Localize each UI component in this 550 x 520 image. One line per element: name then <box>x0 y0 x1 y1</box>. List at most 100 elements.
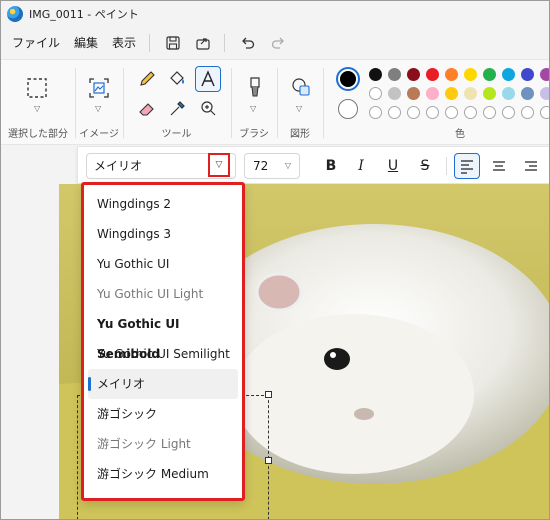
palette-color-swatch[interactable] <box>369 68 382 81</box>
custom-color-slot[interactable] <box>369 106 382 119</box>
palette-color-swatch[interactable] <box>407 68 420 81</box>
palette-color-swatch[interactable] <box>521 87 534 100</box>
bold-button[interactable]: B <box>318 153 344 179</box>
palette-color-swatch[interactable] <box>407 87 420 100</box>
menu-divider <box>149 34 151 52</box>
font-option[interactable]: Wingdings 3 <box>84 219 242 249</box>
align-right-button[interactable] <box>518 153 544 179</box>
colors-group-label: 色 <box>455 129 465 140</box>
underline-button[interactable]: U <box>380 153 406 179</box>
custom-color-slot[interactable] <box>388 106 401 119</box>
eyedropper-icon <box>170 101 185 116</box>
secondary-color-swatch[interactable] <box>338 99 358 119</box>
fill-tool[interactable] <box>166 68 188 90</box>
font-size-select[interactable]: 72 ▽ <box>244 153 300 179</box>
font-option[interactable]: Yu Gothic UI Semibold <box>84 309 242 361</box>
palette-color-swatch[interactable] <box>540 68 549 81</box>
palette-color-swatch[interactable] <box>521 68 534 81</box>
color-picker-tool[interactable] <box>166 98 188 120</box>
pencil-icon <box>140 71 155 86</box>
image-button[interactable] <box>87 76 111 100</box>
palette-color-swatch[interactable] <box>445 68 458 81</box>
custom-color-slot[interactable] <box>483 106 496 119</box>
selection-group: ▽ 選択した部分 <box>1 60 75 146</box>
custom-color-slot[interactable] <box>464 106 477 119</box>
palette-color-swatch[interactable] <box>388 68 401 81</box>
custom-color-slot[interactable] <box>407 106 420 119</box>
eraser-tool[interactable] <box>136 98 158 120</box>
palette-color-swatch[interactable] <box>388 87 401 100</box>
font-option[interactable]: Yu Gothic UI Light <box>84 279 242 309</box>
menu-file[interactable]: ファイル <box>5 27 67 59</box>
paint-window: IMG_0011 - ペイント ファイル 編集 表示 ▽ 選択した部分 ▽ イメ… <box>0 0 550 520</box>
selection-handle[interactable] <box>265 391 272 398</box>
palette-color-swatch[interactable] <box>445 87 458 100</box>
tools-group: ツール <box>124 60 229 146</box>
font-dropdown-button[interactable]: ▽ <box>208 153 230 177</box>
eraser-icon <box>139 103 154 116</box>
palette-color-swatch[interactable] <box>502 87 515 100</box>
custom-color-slot[interactable] <box>445 106 458 119</box>
redo-button[interactable] <box>263 29 293 57</box>
save-icon <box>166 36 180 50</box>
selection-group-label: 選択した部分 <box>8 129 68 140</box>
font-option[interactable]: メイリオ <box>88 369 238 399</box>
primary-color-swatch[interactable] <box>336 67 360 91</box>
tools-group-label: ツール <box>161 129 192 140</box>
palette-color-swatch[interactable] <box>464 68 477 81</box>
palette-color-swatch[interactable] <box>502 68 515 81</box>
font-option-label: Yu Gothic UI Semilight <box>97 347 230 361</box>
custom-color-slot[interactable] <box>502 106 515 119</box>
chevron-down-icon[interactable]: ▽ <box>296 104 302 113</box>
font-option[interactable]: Yu Gothic UI Semilight <box>84 339 242 369</box>
share-icon <box>196 38 210 50</box>
select-button[interactable] <box>25 76 51 102</box>
brush-button[interactable] <box>244 74 266 100</box>
palette-color-swatch[interactable] <box>426 68 439 81</box>
palette-color-swatch[interactable] <box>369 87 382 100</box>
palette-color-swatch[interactable] <box>483 87 496 100</box>
strikethrough-button[interactable]: S <box>412 153 438 179</box>
palette-color-swatch[interactable] <box>464 87 477 100</box>
undo-button[interactable] <box>233 29 263 57</box>
selection-handle[interactable] <box>265 457 272 464</box>
shapes-group: ▽ 図形 <box>278 60 322 146</box>
align-left-button[interactable] <box>454 153 480 179</box>
palette-color-swatch[interactable] <box>426 87 439 100</box>
magnifier-tool[interactable] <box>197 98 219 120</box>
image-crop-icon <box>89 78 109 98</box>
pencil-tool[interactable] <box>136 68 158 90</box>
palette-color-swatch[interactable] <box>540 87 549 100</box>
shapes-button[interactable] <box>290 76 312 98</box>
custom-color-slot[interactable] <box>540 106 549 119</box>
italic-button[interactable]: I <box>348 153 374 179</box>
palette-color-swatch[interactable] <box>483 68 496 81</box>
custom-color-slot[interactable] <box>521 106 534 119</box>
menu-view[interactable]: 表示 <box>105 27 143 59</box>
toolbar-divider <box>446 157 447 175</box>
menu-bar: ファイル 編集 表示 <box>1 27 549 59</box>
font-option[interactable]: Yu Gothic UI <box>84 249 242 279</box>
chevron-down-icon[interactable]: ▽ <box>34 104 40 113</box>
font-size-value: 72 <box>253 159 269 173</box>
align-center-button[interactable] <box>486 153 512 179</box>
chevron-down-icon[interactable]: ▽ <box>95 104 101 113</box>
font-option[interactable]: Wingdings 2 <box>84 189 242 219</box>
font-option[interactable]: 游ゴシック Light <box>84 429 242 459</box>
title-bar: IMG_0011 - ペイント <box>1 1 549 27</box>
custom-color-slot[interactable] <box>426 106 439 119</box>
text-a-icon <box>201 70 215 87</box>
save-button[interactable] <box>158 29 188 57</box>
align-right-icon <box>525 161 537 171</box>
align-left-icon <box>461 160 473 174</box>
text-tool[interactable] <box>195 66 221 92</box>
align-center-icon <box>493 161 505 171</box>
font-option[interactable]: 游ゴシック <box>84 399 242 429</box>
share-button[interactable] <box>188 29 218 57</box>
selection-rectangle-icon <box>27 78 47 98</box>
font-option[interactable]: 游ゴシック Medium <box>84 459 242 489</box>
menu-edit[interactable]: 編集 <box>67 27 105 59</box>
font-option-label: Yu Gothic UI <box>97 257 170 271</box>
chevron-down-icon[interactable]: ▽ <box>250 104 256 113</box>
shapes-icon <box>292 78 310 96</box>
